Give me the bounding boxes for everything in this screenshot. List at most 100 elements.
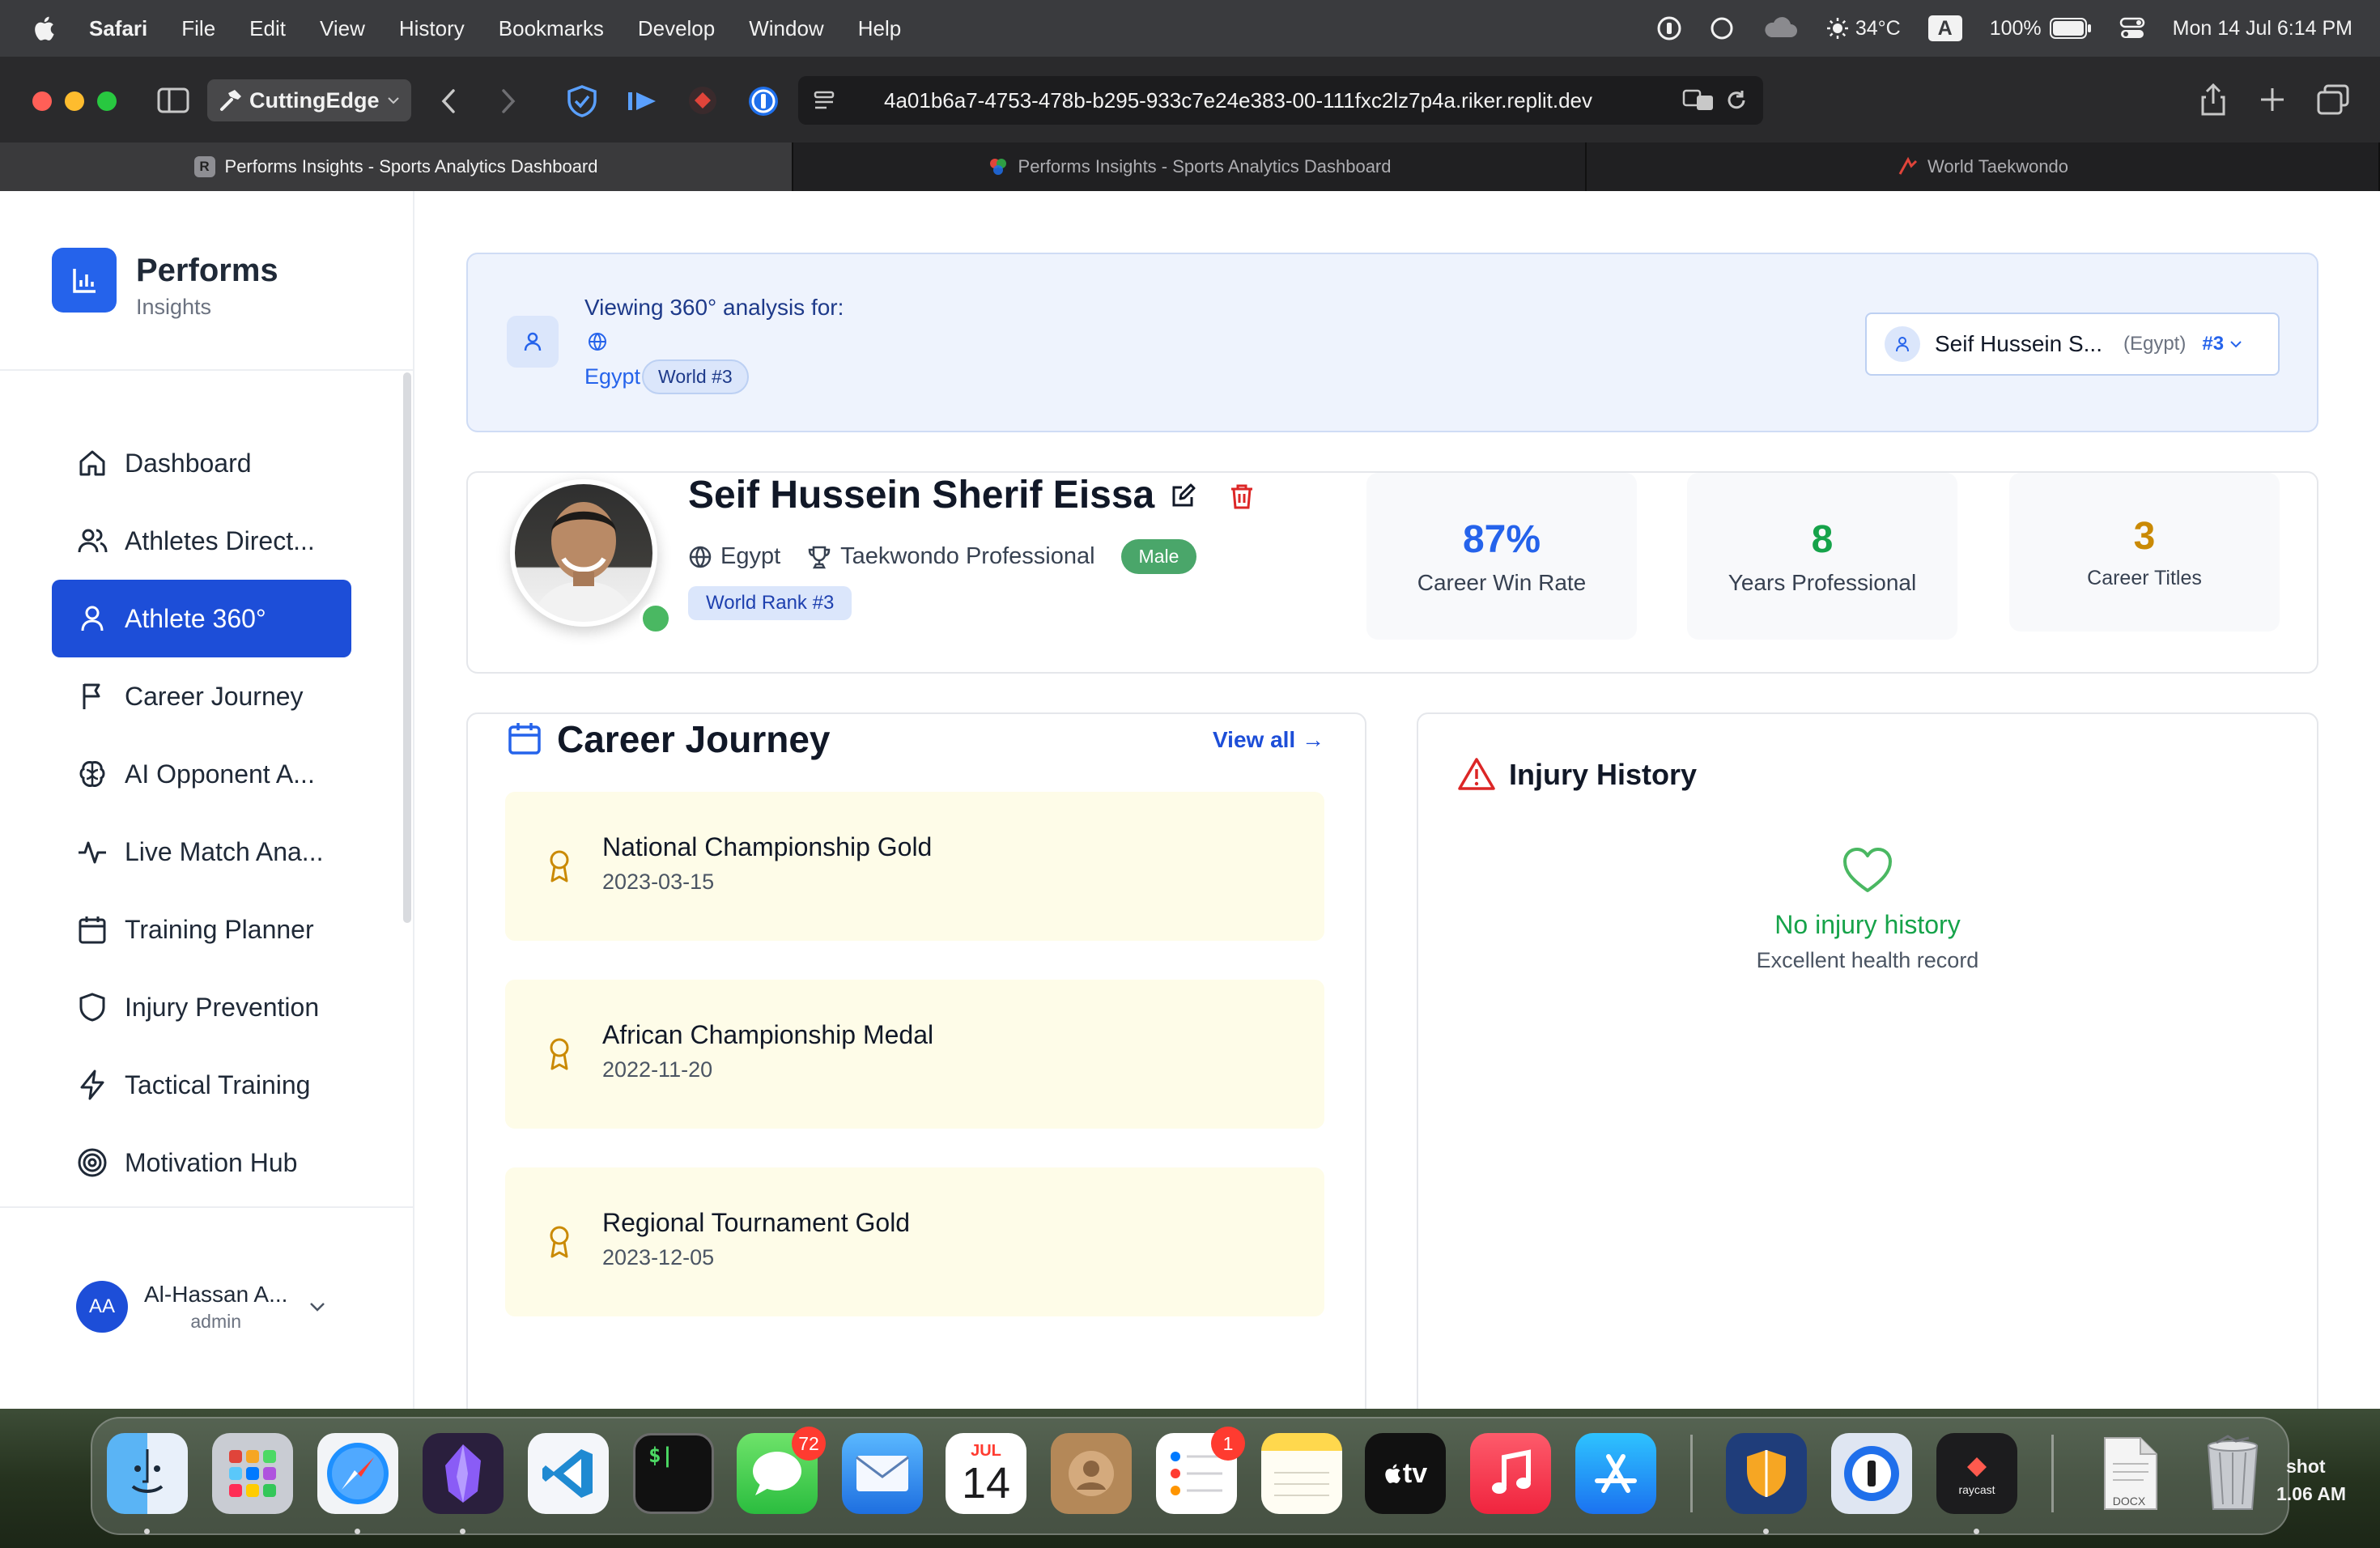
music-icon[interactable]	[1470, 1433, 1551, 1514]
calendar-app-icon[interactable]: JUL 14	[946, 1433, 1026, 1514]
password-manager-icon[interactable]	[1656, 15, 1682, 41]
raycast-icon[interactable]: raycast	[1936, 1433, 2017, 1514]
maximize-window-button[interactable]	[97, 91, 117, 111]
notes-icon[interactable]	[1261, 1433, 1342, 1514]
sidebar-item-label: Live Match Ana...	[125, 836, 324, 866]
share-icon[interactable]	[2199, 83, 2228, 117]
file-type-label: DOCX	[2112, 1495, 2146, 1508]
palette-favicon-icon	[989, 159, 1006, 175]
desktop-file-label: shot	[2286, 1456, 2326, 1477]
weather-widget[interactable]: 34°C	[1826, 17, 1901, 40]
sidebar-scrollbar[interactable]	[403, 372, 411, 923]
shield-extension-icon[interactable]	[565, 84, 599, 118]
menu-history[interactable]: History	[399, 16, 465, 41]
trash-icon[interactable]	[2192, 1433, 2273, 1514]
sidebar-item-tactical-training[interactable]: Tactical Training	[52, 1046, 351, 1124]
career-journey-card	[466, 712, 1366, 1409]
sidebar-item-live-match[interactable]: Live Match Ana...	[52, 813, 351, 891]
sidebar-item-ai-opponent[interactable]: AI Opponent A...	[52, 735, 351, 813]
vpn-shield-icon[interactable]	[1726, 1433, 1807, 1514]
sidebar-item-label: Injury Prevention	[125, 992, 320, 1022]
tab-world-taekwondo[interactable]: World Taekwondo	[1587, 142, 2380, 191]
menu-app-name[interactable]: Safari	[89, 16, 147, 41]
brand-title: Performs	[136, 253, 278, 288]
terminal-icon[interactable]: $|	[633, 1433, 714, 1514]
menu-develop[interactable]: Develop	[638, 16, 715, 41]
running-indicator	[460, 1529, 465, 1534]
sidebar-toggle-icon[interactable]	[157, 86, 189, 115]
sidebar-item-training-planner[interactable]: Training Planner	[52, 891, 351, 968]
clock-text[interactable]: Mon 14 Jul 6:14 PM	[2173, 17, 2352, 40]
address-bar[interactable]: 4a01b6a7-4753-478b-b295-933c7e24e383-00-…	[798, 76, 1763, 125]
athlete-selector[interactable]: Seif Hussein S... (Egypt) #3	[1865, 313, 2280, 376]
sidebar-item-label: Career Journey	[125, 681, 304, 711]
menu-edit[interactable]: Edit	[249, 16, 286, 41]
profile-name: CuttingEdge	[249, 87, 380, 113]
tab-performs-insights[interactable]: Performs Insights - Sports Analytics Das…	[793, 142, 1587, 191]
safari-icon[interactable]	[317, 1433, 398, 1514]
app-store-icon[interactable]	[1575, 1433, 1656, 1514]
play-extension-icon[interactable]	[627, 89, 659, 113]
menu-window[interactable]: Window	[749, 16, 823, 41]
vscode-icon[interactable]	[528, 1433, 609, 1514]
edit-icon[interactable]	[1169, 483, 1196, 510]
rank-badge: World #3	[642, 359, 749, 394]
chevron-down-icon	[2230, 341, 2242, 348]
contacts-icon[interactable]	[1051, 1433, 1132, 1514]
flag-icon	[83, 683, 100, 709]
sidebar-item-dashboard[interactable]: Dashboard	[52, 424, 351, 502]
close-window-button[interactable]	[32, 91, 52, 111]
document-file-icon[interactable]: DOCX	[2089, 1433, 2170, 1514]
empty-state-title: No injury history	[1774, 910, 1961, 939]
profile-selector[interactable]: CuttingEdge	[207, 79, 411, 121]
dock-divider	[2051, 1435, 2054, 1512]
control-center-icon[interactable]	[2119, 16, 2145, 40]
tab-title: Performs Insights - Sports Analytics Das…	[224, 156, 598, 176]
shield-icon	[79, 993, 105, 1022]
apple-menu-icon[interactable]	[32, 15, 55, 41]
stat-value: 3	[2133, 515, 2156, 558]
user-menu[interactable]: AA Al-Hassan A... admin	[76, 1281, 326, 1333]
mail-icon[interactable]	[842, 1433, 923, 1514]
view-all-link[interactable]: View all →	[1213, 727, 1324, 753]
stat-career-win-rate: 87% Career Win Rate	[1366, 473, 1637, 640]
menu-help[interactable]: Help	[858, 16, 901, 41]
delete-icon[interactable]	[1229, 483, 1255, 510]
obsidian-icon[interactable]	[423, 1433, 504, 1514]
main-content: Viewing 360° analysis for: Egypt World #…	[414, 191, 2380, 1409]
translate-icon[interactable]	[1682, 87, 1715, 113]
url-text[interactable]: 4a01b6a7-4753-478b-b295-933c7e24e383-00-…	[884, 88, 1592, 113]
new-tab-icon[interactable]	[2259, 86, 2286, 113]
input-source-indicator[interactable]: A	[1927, 15, 1962, 41]
circle-status-icon[interactable]	[1710, 16, 1734, 40]
sidebar-item-athlete-360[interactable]: Athlete 360°	[52, 580, 351, 657]
gender-badge: Male	[1120, 539, 1197, 574]
sidebar-item-injury-prevention[interactable]: Injury Prevention	[52, 968, 351, 1046]
sidebar-item-athletes-directory[interactable]: Athletes Direct...	[52, 502, 351, 580]
1password-icon[interactable]	[1831, 1433, 1912, 1514]
brand[interactable]: Performs Insights	[52, 248, 278, 319]
battery-status[interactable]: 100%	[1990, 17, 2092, 40]
raycast-extension-icon[interactable]	[686, 84, 719, 117]
page-menu-icon[interactable]	[813, 88, 837, 113]
finder-icon[interactable]	[107, 1433, 188, 1514]
tab-overview-icon[interactable]	[2317, 84, 2349, 115]
back-icon[interactable]	[437, 87, 461, 115]
apple-tv-icon[interactable]: tv	[1365, 1433, 1446, 1514]
alert-triangle-icon	[1457, 756, 1496, 792]
menu-view[interactable]: View	[320, 16, 365, 41]
forward-icon[interactable]	[495, 87, 520, 115]
tab-performs-insights-active[interactable]: R Performs Insights - Sports Analytics D…	[0, 142, 793, 191]
menu-bookmarks[interactable]: Bookmarks	[499, 16, 604, 41]
reload-icon[interactable]	[1724, 88, 1749, 113]
minimize-window-button[interactable]	[65, 91, 84, 111]
sidebar-item-label: Training Planner	[125, 914, 314, 944]
cloud-icon[interactable]	[1762, 16, 1799, 40]
menu-file[interactable]: File	[181, 16, 215, 41]
athlete-photo	[510, 479, 657, 627]
launchpad-icon[interactable]	[212, 1433, 293, 1514]
1password-extension-icon[interactable]	[746, 84, 780, 118]
stat-label: Career Win Rate	[1417, 569, 1587, 595]
sidebar-item-career-journey[interactable]: Career Journey	[52, 657, 351, 735]
sidebar-item-motivation-hub[interactable]: Motivation Hub	[52, 1124, 351, 1201]
